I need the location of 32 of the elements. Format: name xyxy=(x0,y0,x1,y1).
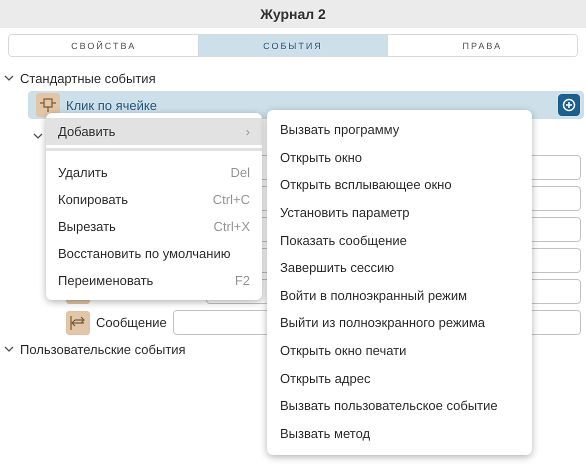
menu-item[interactable]: Войти в полноэкранный режим xyxy=(267,282,532,310)
menu-item[interactable]: Добавить › xyxy=(46,118,262,145)
event-label: Клик по ячейке xyxy=(66,98,158,112)
menu-item[interactable]: Восстановить по умолчанию xyxy=(46,240,262,267)
menu-item[interactable]: Завершить сессию xyxy=(267,254,532,282)
add-button[interactable] xyxy=(558,94,580,116)
tab[interactable]: СОБЫТИЯ xyxy=(198,35,388,56)
chevron-icon[interactable] xyxy=(4,73,14,83)
chevron-icon[interactable] xyxy=(4,344,14,354)
menu-item[interactable]: Открыть окно xyxy=(267,144,532,172)
menu-item[interactable]: Открыть всплывающее окно xyxy=(267,171,532,199)
menu-item[interactable]: Показать сообщение xyxy=(267,226,532,254)
chevron-icon[interactable] xyxy=(33,130,43,140)
parameter-label: Сообщение xyxy=(96,315,167,330)
menu-item[interactable]: Открыть адрес xyxy=(267,364,532,392)
menu-item[interactable]: Вызвать метод xyxy=(267,420,532,448)
menu-item[interactable]: Вызвать программу xyxy=(267,116,532,144)
menu-item[interactable]: Выйти из полноэкранного режима xyxy=(267,309,532,337)
menu-item[interactable]: Открыть окно печати xyxy=(267,336,532,364)
event-icon xyxy=(36,93,60,117)
menu-item[interactable]: Переименовать F2 xyxy=(46,267,262,294)
menu-item[interactable]: Установить параметр xyxy=(267,198,532,226)
group-label[interactable]: Пользовательские события xyxy=(20,342,186,356)
plus-icon xyxy=(562,98,576,112)
menu-item[interactable]: Удалить Del xyxy=(46,159,262,186)
menu-item[interactable]: Копировать Ctrl+C xyxy=(46,186,262,213)
menu-item[interactable]: Вырезать Ctrl+X xyxy=(46,213,262,240)
group-label[interactable]: Стандартные события xyxy=(20,70,156,86)
tab[interactable]: ПРАВА xyxy=(388,35,577,56)
menu-item[interactable]: Вызвать пользовательское событие xyxy=(267,392,532,420)
tab[interactable]: СВОЙСТВА xyxy=(9,35,198,56)
window-title: Журнал 2 xyxy=(0,0,586,28)
